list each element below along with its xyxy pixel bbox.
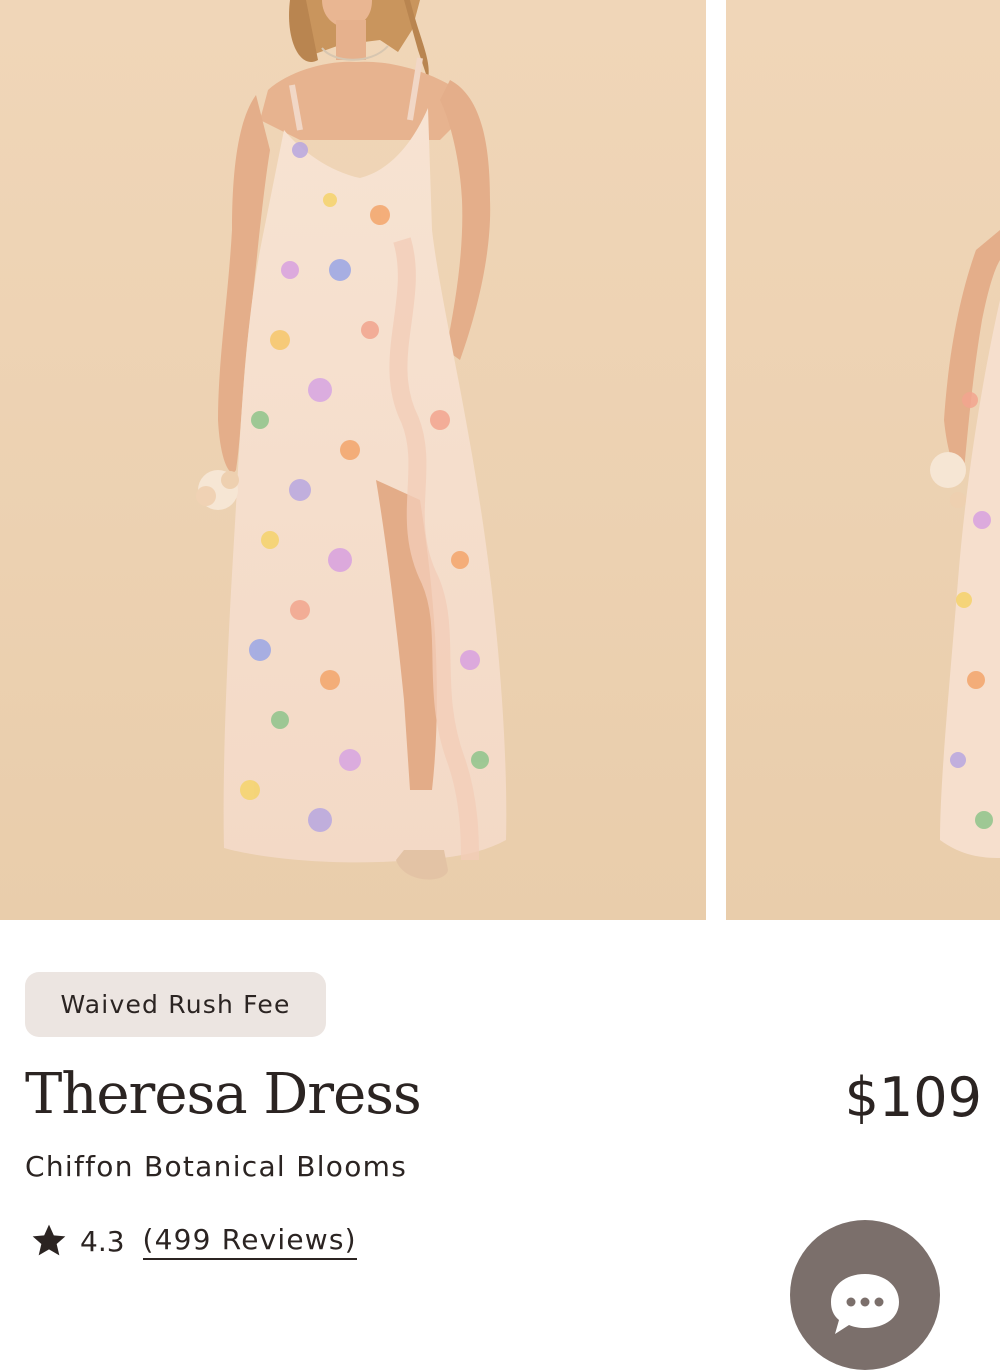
model-in-dress-illustration xyxy=(196,0,507,880)
product-image-gallery[interactable] xyxy=(0,0,1000,920)
product-variant: Chiffon Botanical Blooms xyxy=(25,1150,408,1183)
product-price: $109 xyxy=(844,1066,982,1129)
model-in-dress-partial-illustration xyxy=(930,230,1000,858)
reviews-link[interactable]: (499 Reviews) xyxy=(142,1223,357,1260)
waived-rush-fee-badge: Waived Rush Fee xyxy=(25,972,326,1037)
rating-summary: 4.3 (499 Reviews) xyxy=(28,1218,357,1264)
product-image-next[interactable] xyxy=(726,0,1000,920)
product-image-main[interactable] xyxy=(0,0,706,920)
product-title: Theresa Dress xyxy=(25,1062,422,1127)
chat-button[interactable] xyxy=(790,1220,940,1370)
star-icon xyxy=(32,1224,66,1256)
badge-label: Waived Rush Fee xyxy=(60,990,291,1019)
chat-bubble-icon xyxy=(831,1274,899,1334)
rating-value: 4.3 xyxy=(80,1224,125,1258)
